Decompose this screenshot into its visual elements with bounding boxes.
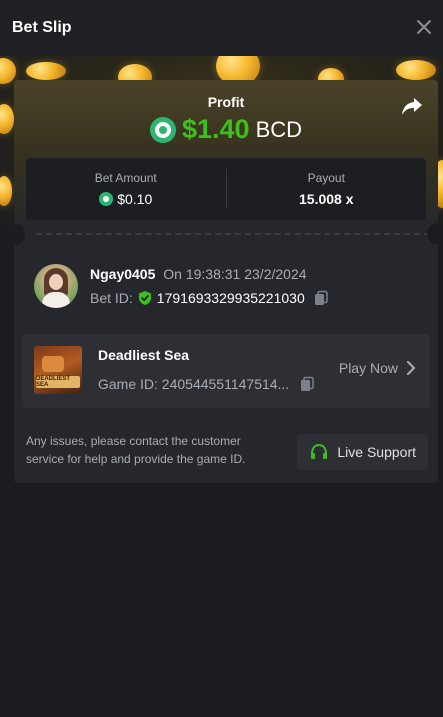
bet-amount-value: $0.10 xyxy=(117,191,153,207)
payout-label: Payout xyxy=(307,171,345,185)
username[interactable]: Ngay0405 xyxy=(90,266,155,282)
bet-id-value: 1791693329935221030 xyxy=(156,290,305,306)
payout-stat: Payout 15.008 x xyxy=(227,158,427,220)
game-id-row: Game ID: 240544551147514... xyxy=(98,376,315,392)
headset-icon xyxy=(311,443,328,459)
payout-value: 15.008 x xyxy=(299,191,354,207)
play-now-button[interactable]: Play Now xyxy=(339,360,416,376)
header: Bet Slip xyxy=(0,0,443,56)
bcd-coin-icon xyxy=(99,192,114,206)
game-id: Game ID: 240544551147514... xyxy=(98,376,290,392)
close-icon[interactable] xyxy=(413,16,435,38)
game-title: Deadliest Sea xyxy=(98,347,190,363)
ticket-perforation xyxy=(14,223,438,245)
bet-time: On 19:38:31 23/2/2024 xyxy=(163,266,307,282)
bet-amount-stat: Bet Amount $0.10 xyxy=(26,158,226,220)
dashed-divider xyxy=(36,233,430,235)
bet-amount-value-row: $0.10 xyxy=(99,191,152,207)
play-now-label: Play Now xyxy=(338,360,398,376)
game-row[interactable]: DEADLIEST SEA Deadliest Sea Game ID: 240… xyxy=(22,334,430,408)
bet-amount-label: Bet Amount xyxy=(94,171,157,185)
game-thumbnail[interactable]: DEADLIEST SEA xyxy=(34,346,82,394)
profit-label: Profit xyxy=(207,94,245,110)
support-notice: Any issues, please contact the customer … xyxy=(26,434,246,466)
bet-id-label: Bet ID: xyxy=(90,290,133,306)
copy-icon[interactable] xyxy=(299,376,315,392)
notch-right xyxy=(427,223,438,245)
chevron-right-icon xyxy=(407,361,416,375)
stats-panel: Bet Amount $0.10 Payout 15.008 x xyxy=(26,158,426,220)
profit-currency: BCD xyxy=(255,116,303,142)
bet-id-row: Bet ID: 1791693329935221030 xyxy=(90,290,329,306)
shield-check-icon xyxy=(138,291,151,305)
user-line: Ngay0405 On 19:38:31 23/2/2024 xyxy=(90,266,307,282)
notch-left xyxy=(14,223,25,245)
live-support-label: Live Support xyxy=(337,444,416,460)
user-info: Ngay0405 On 19:38:31 23/2/2024 Bet ID: 1… xyxy=(34,264,424,310)
bet-card: Profit $1.40 BCD Bet Amount $0.10 Payout… xyxy=(14,80,438,483)
game-thumbnail-text: DEADLIEST SEA xyxy=(36,376,80,388)
live-support-button[interactable]: Live Support xyxy=(297,434,428,470)
profit-row: $1.40 BCD xyxy=(14,114,438,145)
copy-icon[interactable] xyxy=(313,290,329,306)
profit-value: $1.40 xyxy=(181,114,250,144)
share-icon[interactable] xyxy=(400,94,424,118)
avatar[interactable] xyxy=(34,264,78,308)
bcd-coin-icon xyxy=(149,116,176,143)
page-title: Bet Slip xyxy=(12,19,72,36)
